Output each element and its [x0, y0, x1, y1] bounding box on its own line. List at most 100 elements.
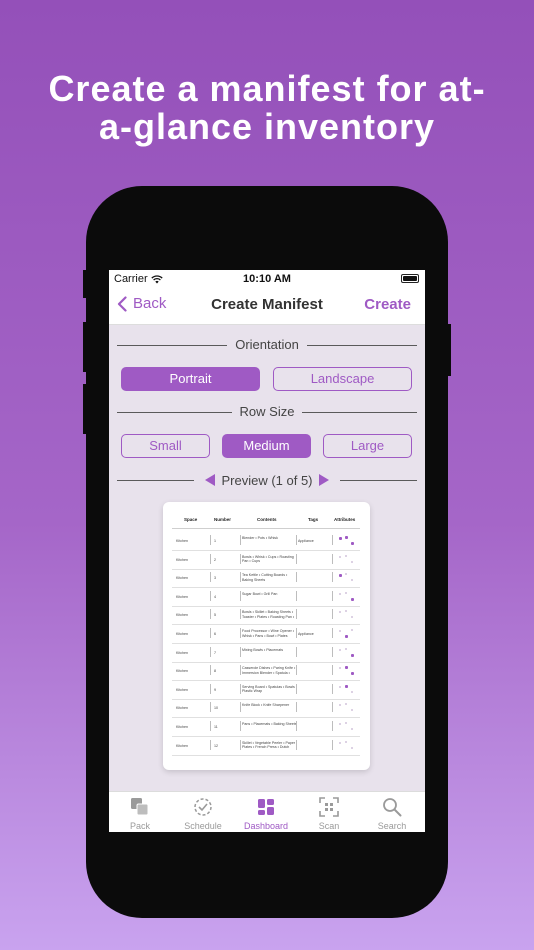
column-divider — [332, 665, 333, 676]
column-divider — [296, 702, 297, 713]
column-divider — [240, 702, 241, 713]
manifest-row: Kitchen 8 Casserole Dishes • Paring Knife … — [172, 662, 360, 682]
column-divider — [240, 683, 241, 694]
column-divider — [240, 721, 241, 731]
column-divider — [332, 683, 333, 694]
large-button[interactable]: Large — [323, 434, 412, 458]
manifest-table-header: Space Number Contents Tags Attributes — [172, 514, 360, 529]
tab-search[interactable]: Search — [361, 797, 423, 831]
manifest-cell-number: 12 — [214, 743, 218, 748]
previous-page-button[interactable] — [205, 474, 216, 486]
column-divider — [332, 590, 333, 601]
manifest-cell-number: 4 — [214, 594, 216, 599]
attribute-dot — [351, 653, 354, 657]
row-size-title: Row Size — [231, 403, 303, 421]
attribute-dot — [351, 746, 353, 749]
portrait-button[interactable]: Portrait — [121, 367, 260, 391]
column-divider — [296, 721, 297, 731]
column-divider — [296, 665, 297, 676]
phone-side-button-right — [447, 324, 451, 376]
attribute-dot — [345, 591, 347, 594]
column-divider — [332, 721, 333, 731]
column-divider — [240, 609, 241, 620]
phone-side-button-left-2 — [83, 322, 87, 372]
manifest-cell-contents: Bowls • Whisk • Cups • Roasting Pan • Cu… — [242, 554, 294, 564]
manifest-cell-number: 3 — [214, 576, 216, 581]
column-header-space: Space — [184, 517, 198, 522]
phone-side-button-left-1 — [83, 270, 87, 298]
column-divider — [210, 721, 211, 731]
attribute-icons — [338, 647, 356, 658]
manifest-row: Kitchen 6 Food Processor • Wine Opener • W… — [172, 625, 360, 644]
column-divider — [210, 609, 211, 620]
attribute-dot — [339, 592, 341, 595]
manifest-cell-space: Kitchen — [176, 669, 188, 674]
tab-scan[interactable]: Scan — [298, 797, 360, 831]
column-divider — [240, 572, 241, 583]
attribute-dot — [339, 741, 341, 744]
manifest-cell-space: Kitchen — [176, 632, 188, 636]
headline: Create a manifest for at- a-glance inven… — [0, 70, 534, 146]
manifest-cell-space: Kitchen — [176, 687, 188, 692]
column-divider — [210, 572, 211, 583]
attribute-dot — [345, 722, 347, 724]
tab-search-label: Search — [377, 821, 407, 831]
tab-dashboard[interactable]: Dashboard — [235, 797, 297, 831]
column-divider — [296, 572, 297, 583]
column-divider — [332, 609, 333, 620]
attribute-dot — [351, 597, 354, 601]
manifest-cell-number: 7 — [214, 650, 216, 655]
manifest-cell-contents: Blender • Pots • Whisk — [242, 536, 278, 540]
tab-pack[interactable]: Pack — [109, 797, 171, 831]
column-divider — [210, 665, 211, 676]
landscape-button[interactable]: Landscape — [273, 367, 412, 391]
attribute-dot — [339, 574, 342, 578]
attribute-icons — [338, 666, 356, 676]
attribute-dot — [339, 723, 341, 725]
attribute-icons — [338, 554, 356, 565]
column-header-contents: Contents — [257, 517, 277, 522]
manifest-cell-space: Kitchen — [176, 557, 188, 562]
column-divider — [240, 590, 241, 601]
medium-button[interactable]: Medium — [222, 434, 311, 458]
small-button[interactable]: Small — [121, 434, 210, 458]
attribute-dot — [351, 579, 353, 582]
tab-pack-label: Pack — [129, 821, 150, 831]
attribute-dot — [339, 667, 341, 670]
column-divider — [240, 628, 241, 638]
column-divider — [296, 739, 297, 750]
manifest-cell-number: 5 — [214, 613, 216, 618]
column-divider — [240, 646, 241, 657]
column-divider — [210, 535, 211, 545]
attribute-dot — [339, 685, 341, 688]
manifest-row: Kitchen 3 Tea Kettle • Cutting Boards • Ba… — [172, 569, 360, 589]
column-divider — [332, 572, 333, 583]
manifest-preview-document: Space Number Contents Tags Attributes Ki… — [163, 502, 370, 770]
attribute-dot — [345, 703, 347, 706]
manifest-cell-contents: Knife Block • Knife Sharpener — [242, 703, 290, 708]
manifest-row: Kitchen 4 Sugar Bowl • Grill Pan — [172, 588, 360, 607]
app-screen: Carrier 10:10 AM Back Create Manifest Cr… — [109, 270, 425, 832]
column-divider — [332, 535, 333, 545]
manifest-row: Kitchen 7 Mixing Bowls • Placemats — [172, 644, 360, 663]
manifest-cell-contents: Casserole Dishes • Paring Knife • Immers… — [242, 666, 296, 675]
attribute-dot — [339, 555, 341, 558]
column-divider — [240, 535, 241, 545]
pack-icon — [131, 798, 149, 816]
manifest-cell-number: 1 — [214, 539, 216, 543]
tab-schedule[interactable]: Schedule — [172, 797, 234, 831]
preview-header: Preview (1 of 5) — [117, 470, 417, 490]
manifest-cell-number: 9 — [214, 687, 216, 692]
attribute-icons — [338, 536, 356, 546]
manifest-cell-space: Kitchen — [176, 743, 188, 748]
status-bar: Carrier 10:10 AM — [109, 270, 425, 288]
manifest-cell-contents: Pans • Placemats • Baking Sheets — [242, 722, 297, 726]
phone-side-button-left-3 — [83, 384, 87, 434]
manifest-cell-space: Kitchen — [176, 650, 188, 655]
create-button[interactable]: Create — [364, 296, 411, 313]
manifest-cell-contents: Serving Board • Spatulas • Bowls • Plast… — [242, 684, 298, 694]
next-page-button[interactable] — [318, 474, 329, 486]
attribute-dot — [345, 610, 347, 613]
attribute-dot — [339, 537, 342, 540]
attribute-dot — [345, 666, 348, 670]
